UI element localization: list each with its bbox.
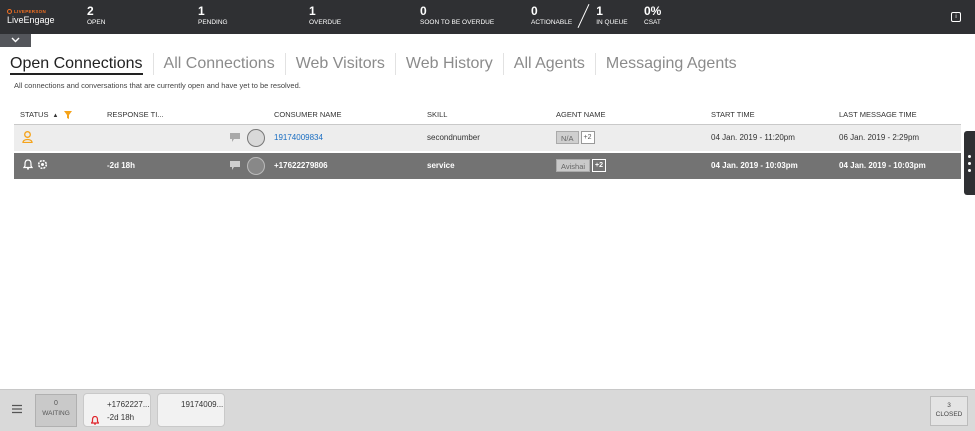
tab-open-connections-label: Open Connections — [10, 55, 143, 75]
hamburger-menu-icon[interactable] — [12, 404, 22, 414]
bottom-bar: 0 WAITING +1762227... -2d 18h 19174009..… — [0, 389, 975, 431]
side-panel-handle[interactable] — [964, 131, 975, 195]
stat-actionable-label: ACTIONABLE — [531, 19, 573, 26]
header-last-message-time[interactable]: LAST MESSAGE TIME — [839, 110, 917, 119]
tab-messaging-agents[interactable]: Messaging Agents — [594, 53, 747, 75]
chat-bubble-icon — [230, 161, 240, 170]
stat-pending[interactable]: 1 PENDING — [198, 5, 228, 27]
more-dot — [968, 162, 971, 165]
header-start-time[interactable]: START TIME — [711, 110, 755, 119]
slash-divider — [576, 5, 590, 31]
more-dot — [968, 169, 971, 172]
chat-bubble-icon — [230, 133, 240, 142]
filter-icon[interactable] — [63, 111, 72, 120]
agent-chip: N/A — [556, 131, 579, 145]
table-header: STATUS ▲ RESPONSE TI... CONSUMER NAME SKI… — [14, 105, 961, 125]
start-time: 04 Jan. 2019 - 11:20pm — [711, 133, 795, 142]
stat-in-queue-value: 1 — [596, 4, 603, 18]
skill: service — [427, 161, 455, 170]
waiting-count: 0 — [54, 400, 58, 407]
header-skill[interactable]: SKILL — [427, 110, 447, 119]
stat-actionable-value: 0 — [531, 4, 538, 18]
stat-in-queue-label: IN QUEUE — [596, 19, 628, 26]
stat-overdue-value: 1 — [309, 4, 316, 18]
stat-csat-label: CSAT — [644, 19, 661, 26]
stat-actionable: 0 ACTIONABLE — [531, 5, 572, 27]
agent-name: N/A +2 — [556, 125, 595, 151]
stat-open[interactable]: 2 OPEN — [87, 5, 105, 27]
header-status-label: STATUS — [20, 110, 49, 119]
page-subtitle: All connections and conversations that a… — [14, 81, 301, 90]
stat-soon-overdue-value: 0 — [420, 4, 427, 18]
tab-all-connections[interactable]: All Connections — [152, 53, 285, 75]
person-icon — [22, 131, 33, 145]
conversation-card[interactable]: +1762227... -2d 18h — [83, 393, 151, 427]
conversation-card-title: +1762227... — [107, 400, 150, 409]
start-time: 04 Jan. 2019 - 10:03pm — [711, 161, 798, 170]
view-tabs: Open Connections All Connections Web Vis… — [10, 53, 747, 79]
stat-soon-overdue-label: SOON TO BE OVERDUE — [420, 19, 495, 26]
conversation-card[interactable]: 19174009... — [157, 393, 225, 427]
closed-counter[interactable]: 3 CLOSED — [930, 396, 968, 426]
consumer-name[interactable]: 19174009834 — [274, 125, 323, 151]
table-row-selected[interactable]: -2d 18h +17622279806 service Avishai +2 0… — [14, 153, 961, 179]
consumer-link[interactable]: 19174009834 — [274, 133, 323, 142]
waiting-counter[interactable]: 0 WAITING — [35, 394, 77, 427]
closed-count: 3 — [947, 402, 951, 409]
logo-mark-icon — [7, 8, 12, 14]
collapse-toggle[interactable] — [0, 34, 31, 47]
logo-company: LIVEPERSON — [14, 8, 47, 14]
stat-actionable-queue[interactable]: 0 ACTIONABLE 1 IN QUEUE — [531, 5, 628, 31]
agent-name: Avishai +2 — [556, 153, 607, 179]
header-agent-name[interactable]: AGENT NAME — [556, 110, 605, 119]
top-bar: LIVEPERSON LiveEngage 2 OPEN 1 PENDING 1… — [0, 0, 975, 34]
waiting-label: WAITING — [42, 410, 70, 417]
stat-open-label: OPEN — [87, 19, 106, 26]
sort-asc-icon[interactable]: ▲ — [52, 113, 58, 119]
tab-all-agents[interactable]: All Agents — [502, 53, 595, 75]
stat-in-queue: 1 IN QUEUE — [596, 5, 627, 27]
stat-open-value: 2 — [87, 4, 94, 18]
stat-soon-overdue[interactable]: 0 SOON TO BE OVERDUE — [420, 5, 494, 27]
bell-icon — [22, 159, 34, 173]
stat-csat-value: 0% — [644, 4, 662, 18]
tab-web-visitors[interactable]: Web Visitors — [284, 53, 395, 75]
agent-chip: Avishai — [556, 159, 591, 173]
last-message-time: 06 Jan. 2019 - 2:29pm — [839, 133, 920, 142]
alert-bell-icon — [91, 416, 99, 425]
agent-extra-chip[interactable]: +2 — [580, 131, 595, 145]
closed-label: CLOSED — [935, 411, 963, 418]
more-dot — [968, 155, 971, 158]
chevron-down-icon — [11, 37, 20, 43]
header-status[interactable]: STATUS ▲ — [20, 110, 72, 120]
gear-icon — [37, 159, 48, 173]
conversation-card-title: 19174009... — [181, 400, 224, 409]
liveperson-logo: LIVEPERSON LiveEngage — [7, 8, 55, 25]
tab-web-history[interactable]: Web History — [394, 53, 503, 75]
stat-csat[interactable]: 0% CSAT — [644, 5, 661, 27]
stat-pending-value: 1 — [198, 4, 205, 18]
stat-overdue[interactable]: 1 OVERDUE — [309, 5, 341, 27]
stat-overdue-label: OVERDUE — [309, 19, 342, 26]
consumer-avatar-icon — [247, 129, 265, 147]
table-row[interactable]: 19174009834 secondnumber N/A +2 04 Jan. 2… — [14, 125, 961, 151]
agent-extra-chip[interactable]: +2 — [592, 159, 607, 173]
response-time: -2d 18h — [107, 161, 136, 170]
app-root: LIVEPERSON LiveEngage 2 OPEN 1 PENDING 1… — [0, 0, 975, 431]
tab-open-connections[interactable]: Open Connections — [10, 53, 153, 75]
conversation-card-time: -2d 18h — [107, 413, 135, 422]
consumer-avatar-icon — [247, 157, 265, 175]
consumer-name[interactable]: +17622279806 — [274, 153, 328, 179]
last-message-time: 04 Jan. 2019 - 10:03pm — [839, 161, 926, 170]
header-consumer-name[interactable]: CONSUMER NAME — [274, 110, 342, 119]
info-icon[interactable]: i — [951, 12, 961, 22]
skill: secondnumber — [427, 133, 480, 142]
header-response-time[interactable]: RESPONSE TI... — [107, 110, 164, 119]
logo-product: LiveEngage — [7, 15, 55, 25]
stat-pending-label: PENDING — [198, 19, 228, 26]
